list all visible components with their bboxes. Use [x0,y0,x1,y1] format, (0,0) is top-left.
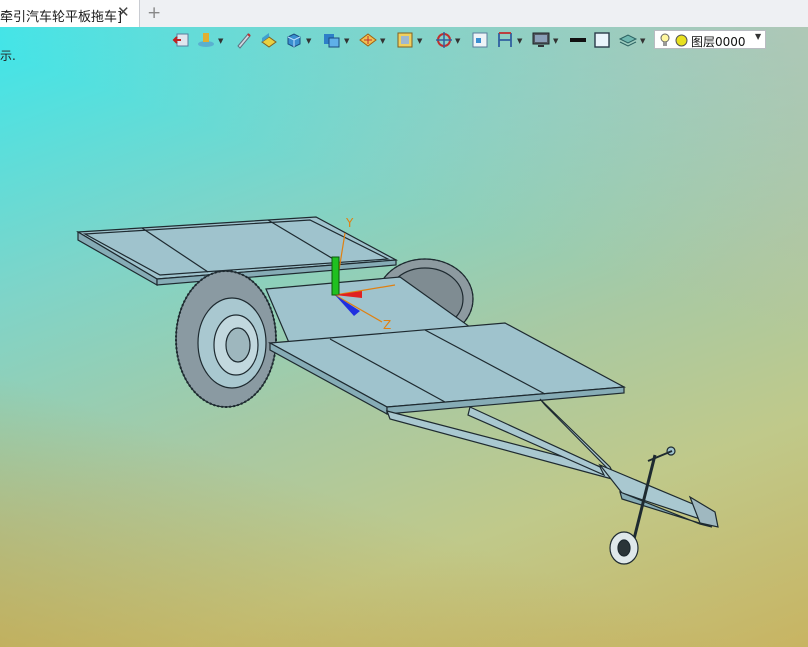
axis-z-label: Z [383,318,391,332]
document-tab[interactable]: 牵引汽车轮平板拖车] ✕ [0,0,140,27]
trailer-model[interactable]: Y Z [0,27,808,647]
3d-viewport[interactable]: 示. ▼ ▼ ▼ ▼ ▼ ▼ ▼ ▼ ▼ 图层0000 ▼ Y Z [0,27,808,647]
axis-y-label: Y [345,216,354,230]
trailer-chassis[interactable] [265,276,719,528]
tab-title: 牵引汽车轮平板拖车] [0,10,123,25]
rear-wheel-near[interactable] [175,270,277,408]
close-icon[interactable]: ✕ [117,3,130,21]
new-tab-button[interactable]: + [147,3,161,23]
tab-bar: 牵引汽车轮平板拖车] ✕ + [0,0,808,28]
